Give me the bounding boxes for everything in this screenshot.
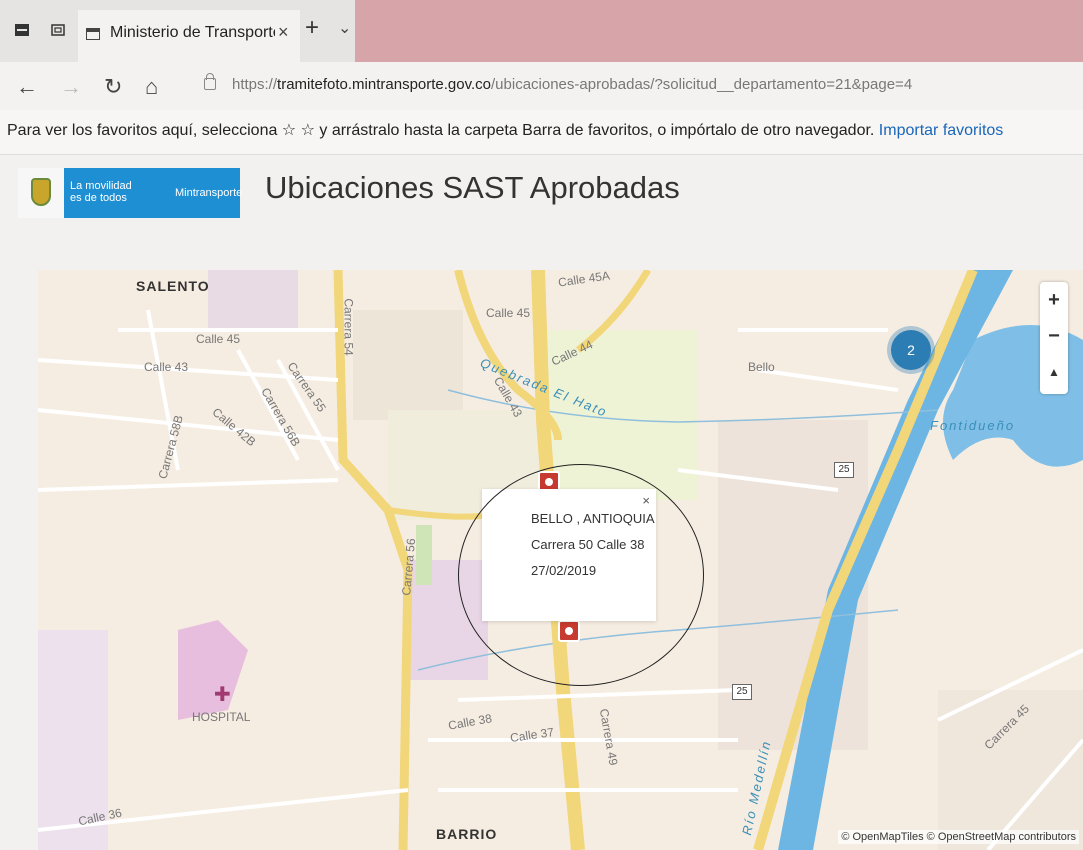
favorites-hint-text: Para ver los favoritos aquí, selecciona …	[7, 122, 879, 139]
hospital-icon: ✚	[214, 684, 231, 706]
brand-slogan: La movilidad es de todos	[70, 180, 132, 204]
map-label-bello: Bello	[748, 360, 775, 374]
map-label-salento: SALENTO	[136, 278, 210, 294]
page-favicon-icon	[86, 28, 100, 40]
map-label-calle-43-left: Calle 43	[144, 360, 189, 374]
url-scheme: https://	[232, 76, 278, 93]
url-path: /ubicaciones-aprobadas/?solicitud__depar…	[491, 76, 913, 93]
coat-of-arms-icon	[18, 168, 64, 218]
compass-north-icon[interactable]: ▲	[1040, 354, 1068, 390]
forward-button[interactable]: →	[60, 74, 82, 100]
map-attribution[interactable]: © OpenMapTiles © OpenStreetMap contribut…	[838, 830, 1079, 844]
zoom-in-button[interactable]: +	[1040, 282, 1068, 318]
map-view[interactable]: SALENTO BARRIO Calle 45A Calle 45 Calle …	[38, 270, 1083, 850]
tab-title: Ministerio de Transporte	[110, 24, 275, 41]
route-25-shield: 25	[834, 462, 854, 478]
url-field[interactable]: https://tramitefoto.mintransporte.gov.co…	[232, 76, 912, 93]
refresh-button[interactable]: ↻	[104, 74, 122, 100]
favorites-hint: Para ver los favoritos aquí, selecciona …	[7, 120, 1003, 140]
import-favorites-link[interactable]: Importar favoritos	[879, 122, 1003, 139]
highlight-circle	[458, 464, 704, 686]
favorites-bar: Para ver los favoritos aquí, selecciona …	[0, 110, 1083, 155]
page-title: Ubicaciones SAST Aprobadas	[265, 170, 680, 205]
new-tab-button[interactable]: +	[305, 14, 319, 42]
map-label-calle-45-left: Calle 45	[196, 332, 241, 346]
browser-tab-bar: Ministerio de Transporte × + ⌄	[0, 0, 1083, 62]
browser-tab-active[interactable]: Ministerio de Transporte ×	[78, 10, 300, 62]
tab-close-icon[interactable]: ×	[278, 22, 289, 43]
tab-list-chevron-icon[interactable]: ⌄	[338, 18, 351, 38]
map-label-barrio: BARRIO	[436, 826, 498, 842]
tab-actions-icon[interactable]	[14, 22, 30, 38]
mintransporte-logo[interactable]: La movilidad es de todos Mintransporte	[18, 168, 243, 218]
marker-cluster[interactable]: 2	[891, 330, 931, 370]
zoom-out-button[interactable]: −	[1040, 318, 1068, 354]
brand-ministry: Mintransporte	[175, 187, 243, 199]
address-bar: ← → ↻ ⌂ https://tramitefoto.mintransport…	[0, 62, 1083, 110]
route-25-shield-lower: 25	[732, 684, 752, 700]
map-label-calle-45: Calle 45	[486, 306, 531, 320]
map-label-fontidueno: Fontidueño	[930, 418, 1016, 433]
titlebar-accent	[355, 0, 1083, 62]
back-button[interactable]: ←	[16, 74, 38, 100]
map-label-carrera-54: Carrera 54	[341, 298, 356, 356]
home-button[interactable]: ⌂	[145, 74, 158, 100]
tab-preview-icon[interactable]	[50, 22, 66, 38]
url-host: tramitefoto.mintransporte.gov.co	[277, 76, 492, 93]
map-label-hospital: HOSPITAL	[192, 710, 251, 724]
lock-icon	[204, 73, 216, 90]
map-zoom-control: + − ▲	[1040, 282, 1068, 394]
